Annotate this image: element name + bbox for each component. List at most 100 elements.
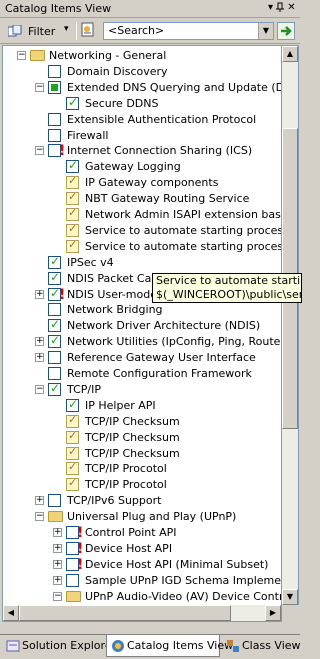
checkbox-auto-included-icon[interactable]	[66, 238, 79, 253]
collapse-icon[interactable]: −	[17, 51, 26, 60]
checkbox-checked-icon[interactable]	[66, 158, 79, 174]
tree-item[interactable]: + Reference Gateway User Interface	[3, 350, 281, 366]
tree-item[interactable]: − UPnP Audio-Video (AV) Device Control P	[3, 589, 281, 605]
checkbox-auto-included-icon[interactable]	[66, 476, 79, 492]
horizontal-scrollbar[interactable]: ◀ ▶	[2, 605, 282, 622]
checkbox-checked-icon[interactable]	[48, 381, 61, 396]
checkbox-unchecked-icon[interactable]	[48, 351, 61, 365]
tree-item[interactable]: Extensible Authentication Protocol	[3, 112, 281, 128]
horizontal-scroll-thumb[interactable]	[19, 605, 231, 621]
chevron-down-icon[interactable]: ▼	[258, 23, 273, 39]
checkbox-checked-icon[interactable]	[48, 270, 61, 285]
checkbox-partial-icon[interactable]	[48, 80, 61, 94]
tab-solution-explorer[interactable]: Solution Explorer	[2, 635, 116, 657]
checkbox-unchecked-icon[interactable]	[48, 128, 61, 142]
tree-item[interactable]: TCP/IP Procotol	[3, 460, 281, 477]
checkbox-auto-included-icon[interactable]	[66, 413, 79, 428]
tree-item[interactable]: Service to automate starting processes	[3, 238, 281, 255]
tree-item[interactable]: + Sample UPnP IGD Schema Implementatio	[3, 573, 281, 589]
vertical-scrollbar[interactable]: ▲ ▼	[282, 45, 299, 605]
properties-button[interactable]	[80, 22, 96, 38]
expand-icon[interactable]: +	[53, 543, 62, 553]
tree-item[interactable]: TCP/IP Checksum	[3, 429, 281, 446]
checkbox-checked-icon[interactable]	[48, 254, 61, 269]
tree-item[interactable]: TCP/IP Procotol	[3, 476, 281, 493]
tree-item[interactable]: +! Device Host API	[3, 541, 281, 557]
checkbox-checked-icon[interactable]	[66, 397, 79, 412]
tree-item[interactable]: − Networking - General	[3, 48, 281, 64]
solution-icon	[6, 639, 20, 653]
checkbox-checked-icon[interactable]	[48, 333, 61, 349]
expand-icon[interactable]: +	[35, 337, 44, 347]
tree-item[interactable]: + Network Utilities (IpConfig, Ping, Rout…	[3, 333, 281, 350]
tree-item[interactable]: −! Internet Connection Sharing (ICS)	[3, 143, 281, 159]
collapse-icon[interactable]: −	[35, 512, 44, 522]
tree-item[interactable]: Domain Discovery	[3, 64, 281, 80]
checkbox-auto-included-icon[interactable]	[66, 429, 79, 444]
expand-icon[interactable]: +	[35, 496, 44, 506]
checkbox-unchecked-icon[interactable]	[48, 494, 61, 508]
tree-item[interactable]: NBT Gateway Routing Service	[3, 190, 281, 207]
checkbox-auto-included-icon[interactable]	[66, 222, 79, 237]
window-title: Catalog Items View	[5, 2, 112, 15]
expand-icon[interactable]: +	[35, 353, 44, 363]
tree-item[interactable]: Gateway Logging	[3, 158, 281, 175]
checkbox-auto-included-icon[interactable]	[66, 174, 79, 190]
filter-button[interactable]: Filter ▾	[5, 21, 72, 41]
close-icon[interactable]: ✕	[285, 2, 298, 15]
tree-item[interactable]: IPSec v4	[3, 254, 281, 271]
tree-item[interactable]: − Universal Plug and Play (UPnP)	[3, 509, 281, 525]
tree-item[interactable]: Network Driver Architecture (NDIS)	[3, 317, 281, 334]
tree-item[interactable]: TCP/IP Checksum	[3, 413, 281, 430]
tree-item[interactable]: − TCP/IP	[3, 381, 281, 398]
tree-item-label: Extensible Authentication Protocol	[67, 112, 257, 126]
catalog-tree[interactable]: − Networking - General Domain Discovery − Ex…	[2, 45, 282, 620]
checkbox-unchecked-icon[interactable]	[48, 112, 61, 126]
search-combo[interactable]: <Search> ▼	[103, 22, 274, 40]
checkbox-checked-icon[interactable]	[48, 317, 61, 333]
toolbar-separator	[76, 22, 77, 40]
scroll-down-arrow-icon[interactable]: ▼	[282, 589, 298, 605]
folder-icon	[30, 50, 45, 61]
tab-label: Solution Explorer	[22, 639, 117, 652]
expand-icon[interactable]: +	[53, 528, 62, 537]
tree-item[interactable]: Network Admin ISAPI extension base lib	[3, 206, 281, 223]
tab-catalog-items-view[interactable]: Catalog Items View	[106, 635, 233, 657]
expand-icon[interactable]: +	[53, 559, 62, 569]
tree-item[interactable]: IP Helper API	[3, 397, 281, 414]
tree-item[interactable]: Service to automate starting processes	[3, 222, 281, 239]
tree-item[interactable]: + TCP/IPv6 Support	[3, 493, 281, 509]
checkbox-unchecked-icon[interactable]	[48, 303, 61, 317]
collapse-icon[interactable]: −	[35, 146, 44, 156]
checkbox-checked-icon[interactable]	[66, 95, 79, 110]
search-input[interactable]: <Search>	[108, 24, 164, 37]
collapse-icon[interactable]: −	[53, 591, 62, 601]
tree-item[interactable]: +! Device Host API (Minimal Subset)	[3, 557, 281, 573]
checkbox-auto-included-icon[interactable]	[66, 206, 79, 221]
collapse-icon[interactable]: −	[35, 384, 44, 394]
expand-icon[interactable]: +	[53, 575, 62, 585]
tree-item[interactable]: Remote Configuration Framework	[3, 366, 281, 382]
scroll-up-arrow-icon[interactable]: ▲	[282, 46, 298, 62]
tree-item[interactable]: +! Control Point API	[3, 525, 281, 541]
checkbox-auto-included-icon[interactable]	[66, 460, 79, 476]
checkbox-unchecked-icon[interactable]	[48, 64, 61, 78]
tree-item[interactable]: Firewall	[3, 128, 281, 144]
tab-class-view[interactable]: Class View	[222, 635, 301, 657]
search-go-button[interactable]	[277, 22, 295, 40]
scroll-right-arrow-icon[interactable]: ▶	[265, 605, 281, 621]
tree-item-label: TCP/IP	[67, 382, 101, 396]
tree-item[interactable]: TCP/IP Checksum	[3, 445, 281, 462]
tree-item[interactable]: Network Bridging	[3, 302, 281, 318]
checkbox-auto-included-icon[interactable]	[66, 190, 79, 206]
expand-icon[interactable]: +	[35, 289, 44, 299]
checkbox-auto-included-icon[interactable]	[66, 445, 79, 460]
tree-item[interactable]: Secure DDNS	[3, 95, 281, 112]
tree-item-label: Universal Plug and Play (UPnP)	[67, 510, 237, 524]
collapse-icon[interactable]: −	[35, 82, 44, 92]
checkbox-unchecked-icon[interactable]	[48, 367, 61, 380]
tree-item[interactable]: IP Gateway components	[3, 174, 281, 191]
checkbox-unchecked-icon[interactable]	[66, 573, 79, 587]
scroll-left-arrow-icon[interactable]: ◀	[3, 605, 19, 621]
tree-item[interactable]: − Extended DNS Querying and Update (DNSA	[3, 80, 281, 96]
